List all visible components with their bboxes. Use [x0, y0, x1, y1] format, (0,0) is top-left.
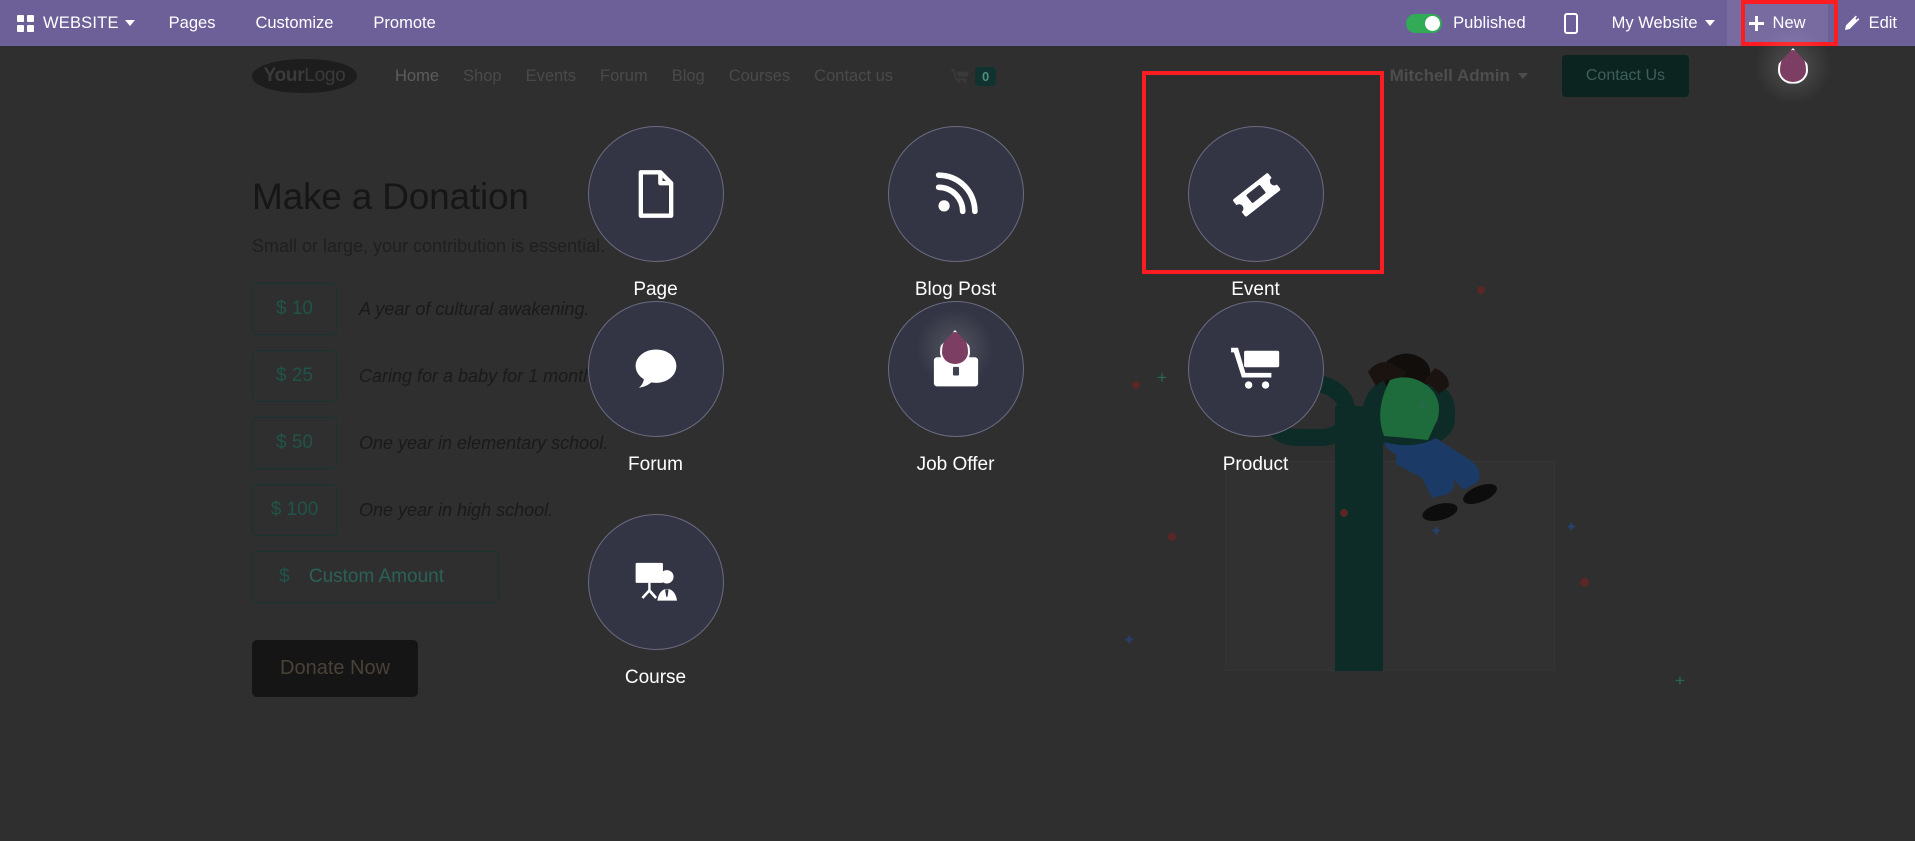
- rss-feed-icon: [935, 172, 978, 215]
- edit-button[interactable]: Edit: [1828, 0, 1915, 46]
- odoo-systray-bar: WEBSITE Pages Customize Promote Publishe…: [0, 0, 1915, 46]
- cursor-marker-job-offer: [915, 308, 995, 388]
- published-label: Published: [1453, 13, 1526, 32]
- tile-circle[interactable]: [1187, 301, 1324, 437]
- systray-brand-label: WEBSITE: [43, 14, 119, 32]
- tile-circle[interactable]: [1187, 126, 1324, 262]
- shopping-cart-icon: [1230, 347, 1279, 389]
- website-selector-label: My Website: [1611, 13, 1698, 32]
- tile-circle[interactable]: [887, 126, 1024, 262]
- tile-label: Event: [1231, 279, 1280, 300]
- whiteboard-teacher-icon: [635, 562, 677, 601]
- menu-pages[interactable]: Pages: [149, 0, 236, 46]
- tile-label: Course: [624, 667, 687, 688]
- document-icon: [638, 170, 673, 218]
- tile-label: Blog Post: [914, 279, 997, 300]
- chat-bubble-icon: [635, 349, 676, 388]
- new-content-overlay: Page Blog Post Event Forum Job Offer Pro…: [0, 46, 1915, 841]
- ticket-icon: [1232, 173, 1280, 217]
- tile-label: Job Offer: [916, 454, 995, 475]
- tile-label: Page: [633, 279, 678, 300]
- tile-label: Product: [1222, 454, 1289, 475]
- menu-promote[interactable]: Promote: [353, 0, 455, 46]
- cursor-marker-new-button: [1753, 26, 1833, 106]
- plus-icon: [1748, 15, 1764, 31]
- apps-grid-icon[interactable]: [17, 14, 34, 32]
- new-content-tile-course[interactable]: Course: [563, 514, 748, 689]
- published-toggle[interactable]: Published: [1390, 0, 1541, 46]
- edit-button-label: Edit: [1868, 13, 1897, 32]
- tile-circle[interactable]: [587, 514, 724, 650]
- tile-circle[interactable]: [587, 301, 724, 437]
- new-content-tile-product[interactable]: Product: [1163, 301, 1348, 476]
- mobile-preview-icon[interactable]: [1563, 12, 1578, 34]
- new-content-tile-forum[interactable]: Forum: [563, 301, 748, 476]
- pencil-icon: [1844, 15, 1859, 30]
- tile-label: Forum: [628, 454, 683, 475]
- menu-customize[interactable]: Customize: [235, 0, 353, 46]
- published-toggle-switch[interactable]: [1406, 13, 1443, 33]
- new-content-tile-event[interactable]: Event: [1163, 126, 1348, 301]
- new-content-tile-blog-post[interactable]: Blog Post: [863, 126, 1048, 301]
- chevron-down-icon: [124, 20, 135, 26]
- tile-circle[interactable]: [587, 126, 724, 262]
- systray-left-group: WEBSITE Pages Customize Promote: [0, 0, 456, 46]
- systray-right-group: Published My Website New Edit: [1390, 0, 1915, 46]
- chevron-down-icon: [1704, 20, 1715, 26]
- new-content-tile-page[interactable]: Page: [563, 126, 748, 301]
- systray-brand-website[interactable]: WEBSITE: [43, 0, 149, 46]
- website-selector[interactable]: My Website: [1600, 0, 1727, 46]
